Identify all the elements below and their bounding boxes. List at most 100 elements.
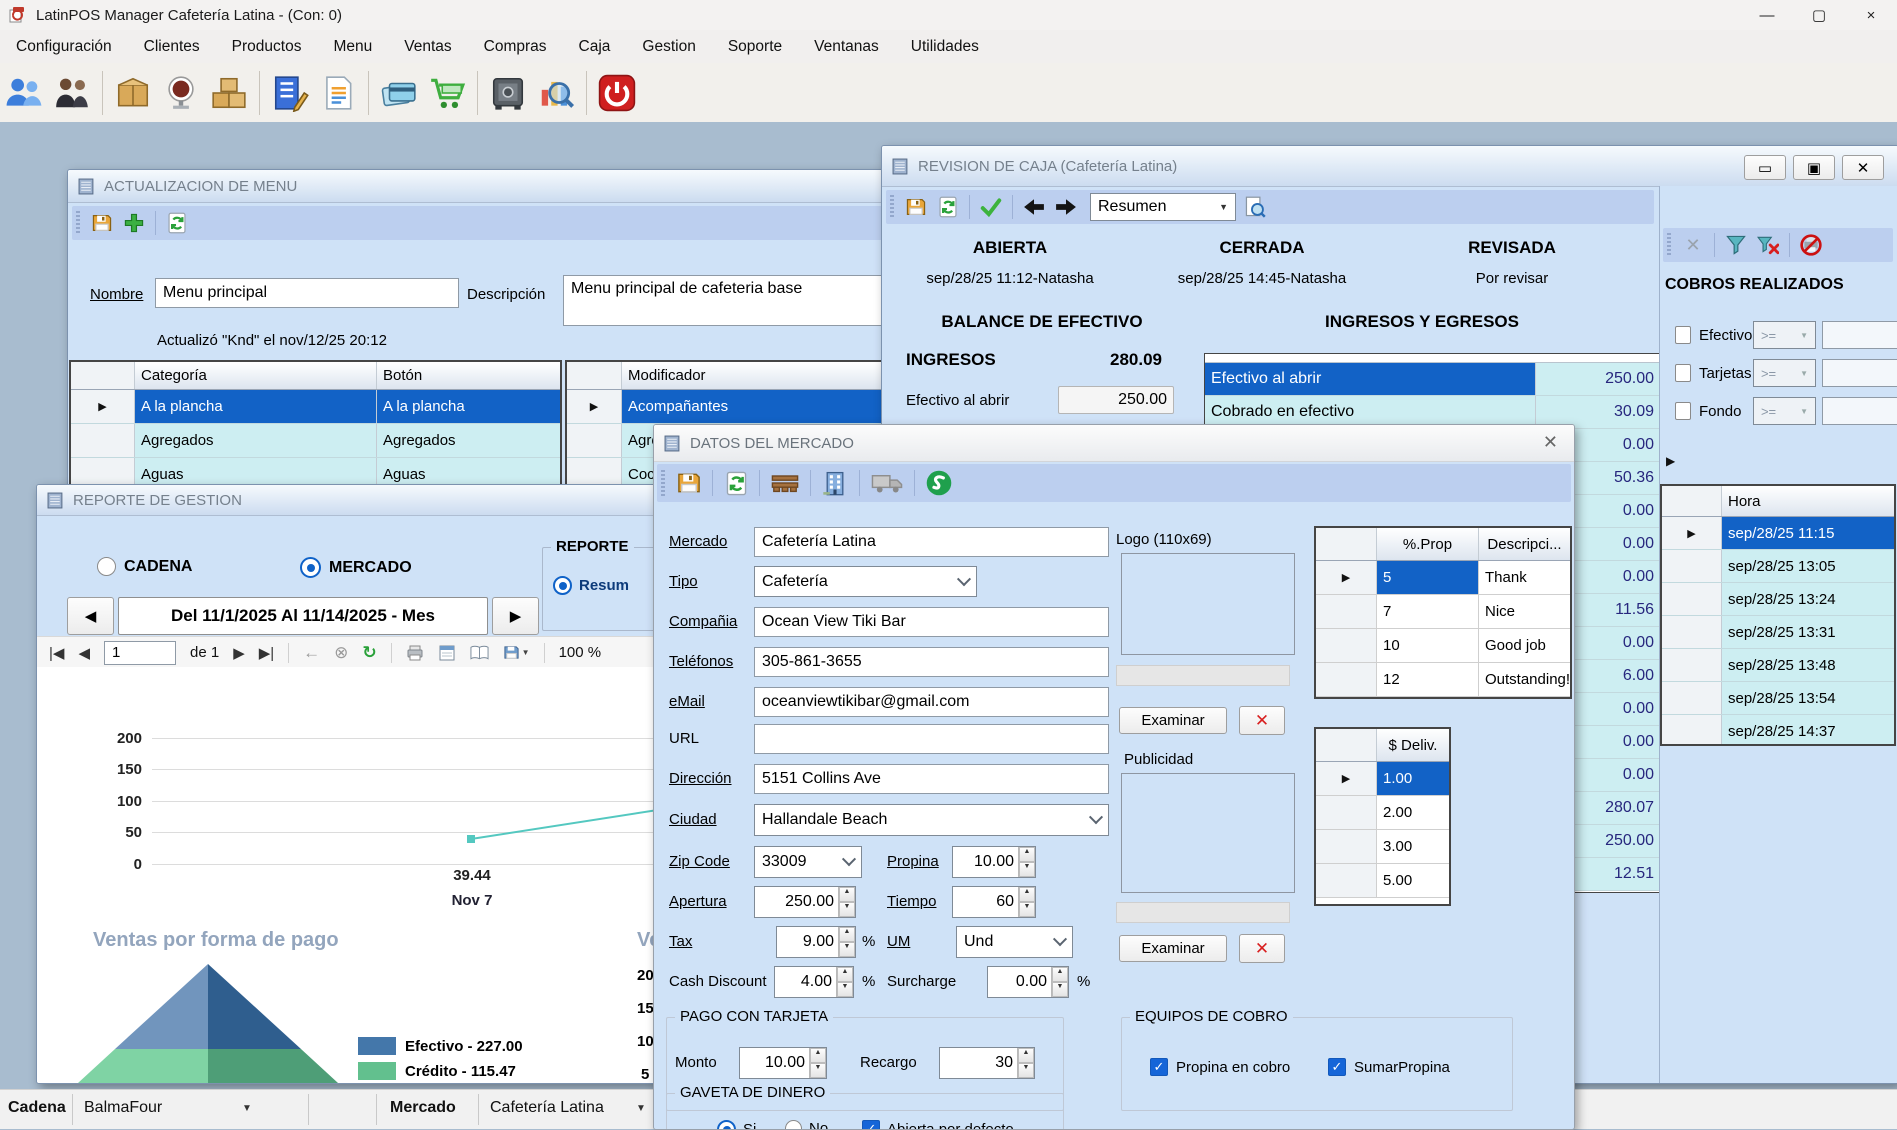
column-header-categoria[interactable]: Categoría bbox=[135, 362, 377, 389]
filter-funnel-icon[interactable] bbox=[1723, 233, 1749, 257]
um-combo[interactable]: Und bbox=[956, 926, 1073, 958]
tipo-combo[interactable]: Cafetería bbox=[754, 566, 977, 597]
prev-period-button[interactable]: ◀ bbox=[67, 597, 114, 635]
table-row[interactable]: ▶ 2.00 bbox=[1316, 796, 1449, 830]
clear-logo-button[interactable]: ✕ bbox=[1239, 706, 1285, 735]
column-header-prop[interactable]: %.Prop bbox=[1377, 528, 1479, 560]
save-icon[interactable] bbox=[89, 211, 115, 235]
telefonos-input[interactable]: 305-861-3655 bbox=[754, 647, 1109, 677]
menu-item[interactable]: Caja bbox=[563, 32, 627, 62]
recargo-spinner[interactable]: 30▲▼ bbox=[939, 1047, 1035, 1079]
filter-value-input[interactable] bbox=[1822, 359, 1897, 387]
mercado-combo-arrow[interactable]: ▼ bbox=[636, 1103, 646, 1114]
ciudad-combo[interactable]: Hallandale Beach bbox=[754, 804, 1109, 836]
email-input[interactable]: oceanviewtikibar@gmail.com bbox=[754, 687, 1109, 717]
restore-button[interactable]: ▣ bbox=[1793, 155, 1835, 180]
zip-combo[interactable]: 33009 bbox=[754, 846, 862, 878]
purchase-doc-icon[interactable] bbox=[317, 72, 359, 114]
monto-spinner[interactable]: 10.00▲▼ bbox=[739, 1047, 827, 1079]
view-selector-combo[interactable]: Resumen ▼ bbox=[1090, 193, 1236, 221]
table-row[interactable]: ▶ 12 Outstanding! bbox=[1316, 663, 1570, 697]
efectivo-abrir-box[interactable]: 250.00 bbox=[1058, 386, 1174, 414]
resumen-radio[interactable] bbox=[553, 576, 572, 595]
compania-input[interactable]: Ocean View Tiki Bar bbox=[754, 607, 1109, 637]
print-layout-icon[interactable] bbox=[438, 644, 456, 662]
page-setup-icon[interactable] bbox=[470, 645, 489, 661]
cell-prop[interactable]: 10 bbox=[1377, 629, 1479, 662]
table-row[interactable]: ▶ 5.00 bbox=[1316, 864, 1449, 898]
filter-checkbox[interactable] bbox=[1675, 402, 1691, 420]
power-exit-icon[interactable] bbox=[596, 72, 638, 114]
abierta-checkbox[interactable]: ✓ bbox=[862, 1120, 880, 1130]
previous-arrow-icon[interactable] bbox=[1021, 195, 1047, 219]
table-row[interactable]: ▶ 5 Thank bbox=[1316, 561, 1570, 595]
mercado-input[interactable]: Cafetería Latina bbox=[754, 527, 1109, 557]
table-row[interactable]: ▶ 10 Good job bbox=[1316, 629, 1570, 663]
minimize-button[interactable]: ▭ bbox=[1744, 155, 1786, 180]
cadena-radio[interactable] bbox=[97, 557, 116, 576]
filter-operator-combo[interactable]: >=▼ bbox=[1753, 397, 1816, 425]
cell-prop[interactable]: 12 bbox=[1377, 663, 1479, 696]
no-print-icon[interactable] bbox=[1798, 233, 1824, 257]
preview-icon[interactable] bbox=[1242, 195, 1268, 219]
menu-item[interactable]: Clientes bbox=[128, 32, 216, 62]
filter-checkbox[interactable] bbox=[1675, 364, 1691, 382]
print-icon[interactable] bbox=[406, 644, 424, 662]
cash-discount-spinner[interactable]: 4.00▲▼ bbox=[774, 966, 854, 998]
users-icon[interactable] bbox=[3, 72, 45, 114]
panel-expander-arrow[interactable]: ▶ bbox=[1666, 454, 1675, 468]
next-arrow-icon[interactable] bbox=[1053, 195, 1079, 219]
apertura-spinner[interactable]: 250.00▲▼ bbox=[754, 886, 856, 918]
cell-hora[interactable]: sep/28/25 11:15 bbox=[1722, 517, 1894, 549]
cell-desc[interactable]: Outstanding! bbox=[1479, 663, 1570, 696]
propina-spinner[interactable]: 10.00▲▼ bbox=[952, 846, 1036, 878]
refresh-icon[interactable] bbox=[721, 471, 751, 495]
propina-cobro-checkbox[interactable]: ✓ bbox=[1150, 1058, 1168, 1076]
building-icon[interactable] bbox=[819, 471, 851, 495]
menu-item[interactable]: Productos bbox=[216, 32, 318, 62]
column-header-deliv[interactable]: $ Deliv. bbox=[1377, 729, 1449, 761]
truck-icon[interactable] bbox=[868, 471, 906, 495]
cell-valor[interactable]: 250.00 bbox=[1536, 363, 1660, 395]
cell-hora[interactable]: sep/28/25 13:48 bbox=[1722, 649, 1894, 681]
filter-checkbox[interactable] bbox=[1675, 326, 1691, 344]
table-row[interactable]: Efectivo al abrir 250.00 bbox=[1205, 363, 1660, 396]
cell-amount[interactable]: 1.00 bbox=[1377, 762, 1449, 795]
clear-publicidad-button[interactable]: ✕ bbox=[1239, 934, 1285, 963]
back-icon[interactable]: ← bbox=[303, 643, 320, 663]
prev-page-icon[interactable]: ◀ bbox=[78, 644, 90, 662]
approve-check-icon[interactable] bbox=[978, 195, 1004, 219]
next-page-icon[interactable]: ▶ bbox=[233, 644, 245, 662]
filter-value-input[interactable] bbox=[1822, 321, 1897, 349]
save-icon[interactable] bbox=[674, 471, 704, 495]
filter-operator-combo[interactable]: >=▼ bbox=[1753, 359, 1816, 387]
gaveta-si-radio[interactable] bbox=[717, 1120, 736, 1130]
close-button[interactable]: × bbox=[1845, 0, 1897, 30]
cell-modificador[interactable]: Acompañantes bbox=[622, 390, 899, 423]
cell-amount[interactable]: 5.00 bbox=[1377, 864, 1449, 897]
sync-icon[interactable] bbox=[923, 471, 955, 495]
cell-hora[interactable]: sep/28/25 13:31 bbox=[1722, 616, 1894, 648]
menu-item[interactable]: Utilidades bbox=[895, 32, 995, 62]
inventory-boxes-icon[interactable] bbox=[208, 72, 250, 114]
filter-value-input[interactable] bbox=[1822, 397, 1897, 425]
cell-prop[interactable]: 5 bbox=[1377, 561, 1479, 594]
export-save-icon[interactable]: ▼ bbox=[503, 644, 530, 661]
table-row[interactable]: ▶ sep/28/25 13:24 bbox=[1662, 583, 1894, 616]
first-page-icon[interactable]: |◀ bbox=[49, 644, 64, 662]
cell-amount[interactable]: 2.00 bbox=[1377, 796, 1449, 829]
nombre-input[interactable]: Menu principal bbox=[155, 278, 459, 308]
cell-desc[interactable]: Good job bbox=[1479, 629, 1570, 662]
cell-desc[interactable]: Nice bbox=[1479, 595, 1570, 628]
toolbar-grip[interactable] bbox=[661, 470, 665, 497]
clear-x-icon[interactable]: ✕ bbox=[1680, 233, 1706, 257]
maximize-button[interactable]: ▢ bbox=[1793, 0, 1845, 30]
menu-item[interactable]: Configuración bbox=[0, 32, 128, 62]
cell-hora[interactable]: sep/28/25 13:24 bbox=[1722, 583, 1894, 615]
table-row[interactable]: ▶ Acompañantes bbox=[567, 390, 899, 424]
cadena-combo-arrow[interactable]: ▼ bbox=[242, 1103, 252, 1114]
pallet-icon[interactable] bbox=[768, 471, 802, 495]
table-row[interactable]: ▶ sep/28/25 13:31 bbox=[1662, 616, 1894, 649]
last-page-icon[interactable]: ▶| bbox=[259, 644, 274, 662]
mercado-status-combo[interactable]: Cafetería Latina bbox=[490, 1099, 604, 1117]
